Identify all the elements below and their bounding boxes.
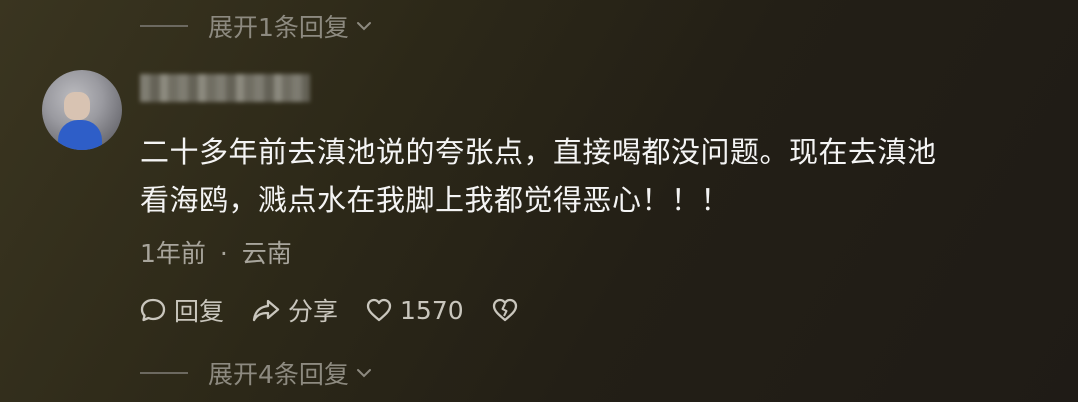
like-button[interactable]: 1570 [364,295,464,325]
expand-replies-top[interactable]: 展开1条回复 [140,8,373,44]
share-button[interactable]: 分享 [250,292,338,328]
meta-separator: · [219,239,228,268]
comment-line-1: 二十多年前去滇池说的夸张点，直接喝都没问题。现在去滇池 [140,135,937,169]
reply-label: 回复 [174,297,225,326]
avatar-shirt [58,120,102,150]
avatar[interactable] [42,70,122,150]
comment-text: 二十多年前去滇池说的夸张点，直接喝都没问题。现在去滇池 看海鸥，溅点水在我脚上我… [140,128,1040,224]
comment-line-2: 看海鸥，溅点水在我脚上我都觉得恶心！！！ [140,183,731,217]
comment-bubble-icon [140,298,166,322]
chevron-down-icon [356,22,371,31]
username-blurred[interactable] [140,74,310,102]
chevron-down-icon [356,369,371,378]
divider-line [140,372,188,374]
expand-replies-label: 展开4条回复 [208,360,349,389]
expand-replies-bottom[interactable]: 展开4条回复 [140,355,373,391]
like-count: 1570 [400,295,464,325]
dislike-button[interactable] [490,295,526,325]
comment-location: 云南 [241,239,292,268]
broken-heart-icon [492,298,517,322]
reply-button[interactable]: 回复 [138,292,224,328]
heart-icon [366,298,392,322]
avatar-face [64,92,90,120]
expand-replies-label: 展开1条回复 [208,13,349,42]
share-label: 分享 [288,297,339,326]
comment-time: 1年前 [140,239,206,268]
action-bar: 回复 分享 1570 [138,292,552,328]
divider-line [140,25,188,27]
comment-meta: 1年前 · 云南 [140,234,292,270]
share-arrow-icon [252,299,280,322]
